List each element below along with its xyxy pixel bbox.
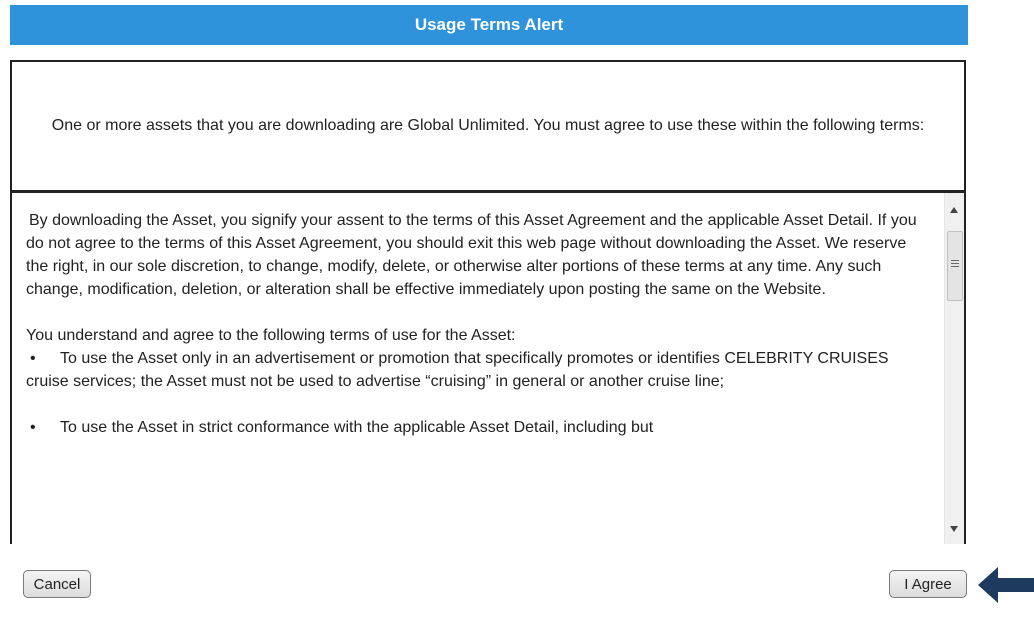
terms-bullet: • To use the Asset in strict conformance … bbox=[26, 416, 926, 439]
grip-line bbox=[951, 266, 959, 267]
terms-scroll-area[interactable]: By downloading the Asset, you signify yo… bbox=[10, 191, 966, 544]
cancel-button[interactable]: Cancel bbox=[23, 570, 91, 598]
agree-button[interactable]: I Agree bbox=[889, 570, 967, 598]
vertical-scrollbar[interactable] bbox=[944, 193, 964, 544]
terms-content: By downloading the Asset, you signify yo… bbox=[26, 209, 926, 439]
scroll-up-arrow-icon[interactable] bbox=[950, 207, 958, 213]
intro-text: One or more assets that you are download… bbox=[51, 117, 925, 134]
terms-bullet: • To use the Asset only in an advertiseme… bbox=[26, 347, 926, 393]
usage-terms-dialog: Usage Terms Alert One or more assets tha… bbox=[0, 0, 1034, 617]
grip-line bbox=[951, 263, 959, 264]
scroll-thumb[interactable] bbox=[947, 231, 963, 301]
grip-line bbox=[951, 260, 959, 261]
bullet-symbol: • bbox=[30, 419, 36, 436]
terms-paragraph-1: By downloading the Asset, you signify yo… bbox=[26, 212, 917, 298]
bullet-text: To use the Asset only in an advertisemen… bbox=[26, 350, 889, 390]
bullet-symbol: • bbox=[30, 350, 36, 367]
scroll-down-arrow-icon[interactable] bbox=[950, 526, 958, 532]
terms-paragraph-2: You understand and agree to the followin… bbox=[26, 327, 516, 344]
left-arrow-icon bbox=[978, 567, 1034, 603]
intro-box: One or more assets that you are download… bbox=[10, 60, 966, 192]
bullet-text: To use the Asset in strict conformance w… bbox=[60, 419, 654, 436]
dialog-title: Usage Terms Alert bbox=[10, 5, 968, 45]
